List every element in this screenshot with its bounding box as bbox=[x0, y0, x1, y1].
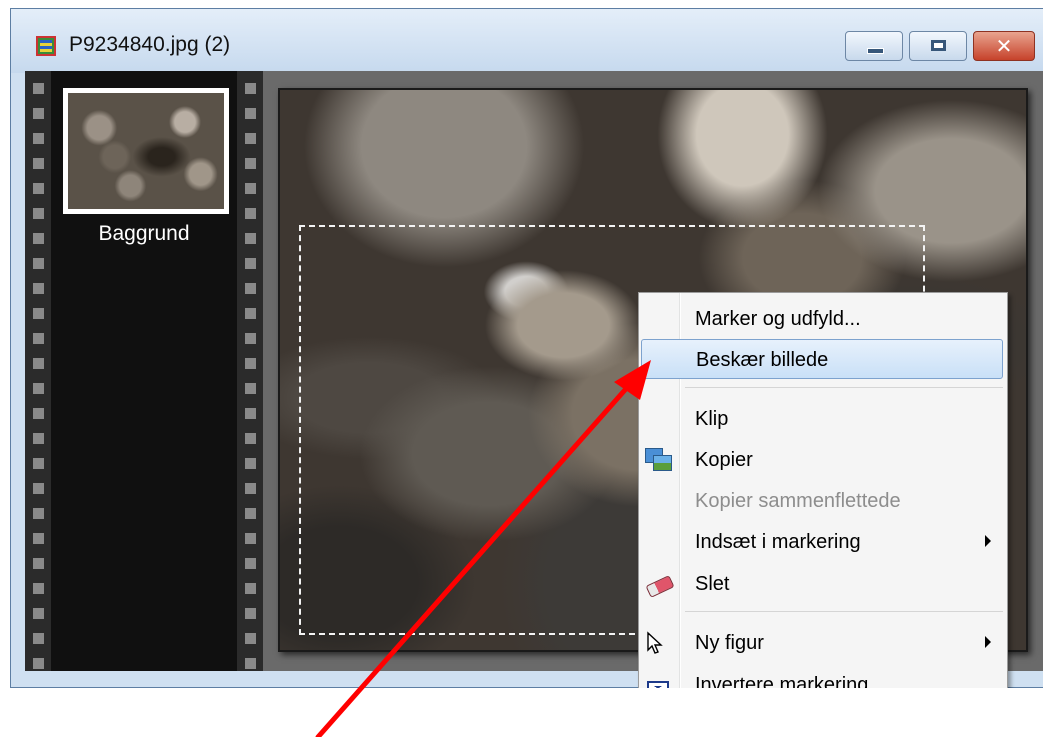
film-perforation bbox=[33, 258, 44, 269]
film-perforation bbox=[245, 208, 256, 219]
minimize-icon bbox=[867, 48, 884, 54]
film-perforation bbox=[245, 283, 256, 294]
layer-thumbnail[interactable] bbox=[63, 88, 229, 214]
film-perforation bbox=[33, 483, 44, 494]
menu-separator bbox=[685, 611, 1003, 612]
menu-item-crop-image[interactable]: Beskær billede bbox=[641, 339, 1003, 379]
menu-item-paste-into-selection[interactable]: Indsæt i markering bbox=[641, 522, 1003, 562]
eraser-icon bbox=[645, 572, 675, 598]
menu-item-label: Kopier bbox=[695, 449, 753, 471]
film-perforation bbox=[245, 658, 256, 669]
film-perforation bbox=[33, 508, 44, 519]
film-perforation bbox=[33, 333, 44, 344]
film-perforation bbox=[33, 108, 44, 119]
menu-item-new-shape[interactable]: Ny figur bbox=[641, 623, 1003, 663]
film-perforation bbox=[245, 433, 256, 444]
film-perforation bbox=[33, 183, 44, 194]
film-perforation bbox=[33, 408, 44, 419]
cursor-icon bbox=[645, 631, 671, 655]
film-perforation bbox=[33, 208, 44, 219]
minimize-button[interactable] bbox=[845, 31, 903, 61]
page-background bbox=[10, 688, 1043, 737]
film-perforation bbox=[245, 308, 256, 319]
film-perforation bbox=[245, 258, 256, 269]
film-perforation bbox=[33, 433, 44, 444]
film-perforation bbox=[245, 608, 256, 619]
film-perforation bbox=[33, 233, 44, 244]
film-perforation bbox=[33, 608, 44, 619]
film-perforation-right bbox=[237, 71, 263, 671]
submenu-arrow-icon bbox=[985, 535, 991, 547]
layer-name-label: Baggrund bbox=[98, 222, 190, 245]
film-perforation bbox=[245, 183, 256, 194]
title-bar[interactable]: P9234840.jpg (2) ✕ bbox=[11, 9, 1043, 73]
menu-separator bbox=[685, 387, 1003, 388]
layer-filmstrip: Baggrund bbox=[25, 71, 263, 671]
close-icon: ✕ bbox=[995, 34, 1013, 58]
film-perforation bbox=[245, 233, 256, 244]
menu-item-label: Klip bbox=[695, 408, 729, 430]
film-perforation bbox=[33, 533, 44, 544]
film-perforation bbox=[245, 108, 256, 119]
film-perforation bbox=[33, 358, 44, 369]
film-perforation bbox=[33, 83, 44, 94]
film-perforation bbox=[245, 358, 256, 369]
copy-icon bbox=[645, 448, 672, 472]
film-perforation bbox=[245, 158, 256, 169]
film-perforation bbox=[245, 533, 256, 544]
menu-item-delete[interactable]: Slet bbox=[641, 564, 1003, 604]
menu-item-label: Indsæt i markering bbox=[695, 531, 861, 553]
menu-item-cut[interactable]: Klip bbox=[641, 399, 1003, 439]
menu-item-copy-merged[interactable]: Kopier sammenflettede bbox=[641, 481, 1003, 521]
menu-item-label: Marker og udfyld... bbox=[695, 308, 861, 330]
film-perforation bbox=[245, 383, 256, 394]
film-perforation bbox=[245, 508, 256, 519]
close-button[interactable]: ✕ bbox=[973, 31, 1035, 61]
film-perforation bbox=[245, 633, 256, 644]
film-perforation bbox=[33, 583, 44, 594]
film-perforation bbox=[33, 308, 44, 319]
film-perforation bbox=[33, 383, 44, 394]
menu-item-label: Beskær billede bbox=[696, 349, 829, 371]
film-perforation bbox=[245, 408, 256, 419]
film-perforation bbox=[33, 558, 44, 569]
film-perforation bbox=[33, 633, 44, 644]
film-perforation bbox=[33, 283, 44, 294]
maximize-button[interactable] bbox=[909, 31, 967, 61]
window-title: P9234840.jpg (2) bbox=[69, 33, 231, 56]
context-menu: Marker og udfyld... Beskær billede Klip … bbox=[638, 292, 1008, 692]
submenu-arrow-icon bbox=[985, 636, 991, 648]
film-perforation bbox=[33, 658, 44, 669]
film-perforation bbox=[245, 583, 256, 594]
film-perforation bbox=[245, 133, 256, 144]
film-perforation bbox=[245, 458, 256, 469]
film-perforation-left bbox=[25, 71, 51, 671]
maximize-icon bbox=[931, 40, 946, 51]
film-perforation bbox=[33, 133, 44, 144]
film-perforation bbox=[33, 458, 44, 469]
film-perforation bbox=[245, 558, 256, 569]
image-document-icon bbox=[36, 36, 56, 56]
menu-item-copy[interactable]: Kopier bbox=[641, 440, 1003, 480]
menu-item-label: Ny figur bbox=[695, 632, 764, 654]
film-perforation bbox=[245, 83, 256, 94]
menu-item-label: Slet bbox=[695, 573, 730, 595]
menu-item-mark-and-fill[interactable]: Marker og udfyld... bbox=[641, 299, 1003, 339]
film-perforation bbox=[245, 483, 256, 494]
menu-item-label: Kopier sammenflettede bbox=[695, 490, 901, 512]
film-perforation bbox=[245, 333, 256, 344]
pebbles-thumbnail bbox=[68, 93, 224, 209]
film-perforation bbox=[33, 158, 44, 169]
